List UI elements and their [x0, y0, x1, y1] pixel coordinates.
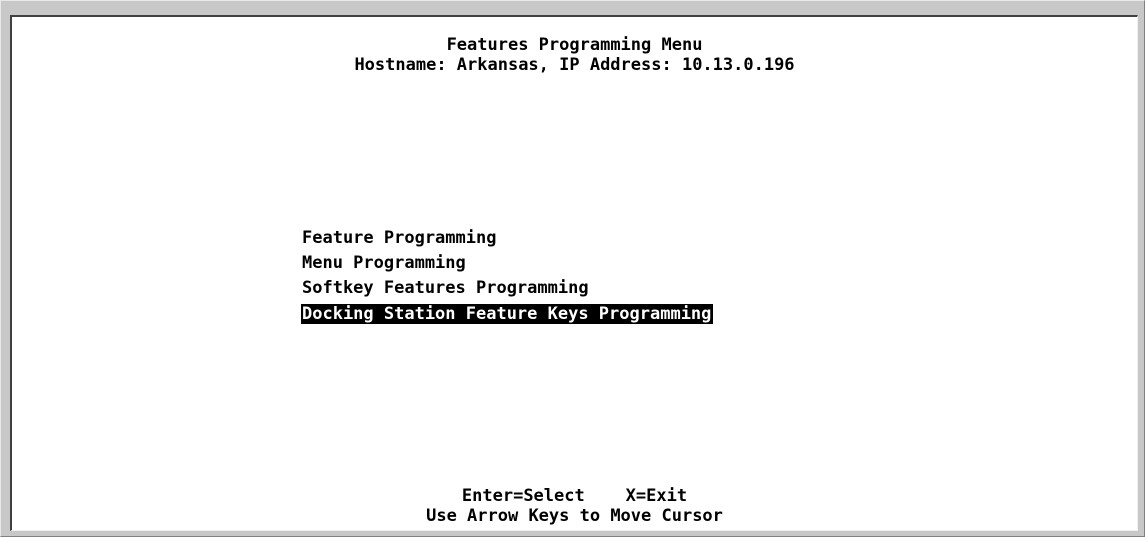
menu-item-softkey-features-programming[interactable]: Softkey Features Programming	[301, 278, 591, 298]
footer-hint: Use Arrow Keys to Move Cursor	[426, 506, 723, 526]
menu-item-feature-programming[interactable]: Feature Programming	[301, 228, 498, 248]
menu-item-menu-programming[interactable]: Menu Programming	[301, 253, 468, 273]
page-title: Features Programming Menu	[446, 35, 703, 55]
terminal-window: Features Programming Menu Hostname: Arka…	[0, 0, 1145, 537]
terminal-screen: Features Programming Menu Hostname: Arka…	[10, 15, 1138, 531]
footer-keys: Enter=Select X=Exit	[461, 486, 688, 506]
host-info: Hostname: Arkansas, IP Address: 10.13.0.…	[354, 55, 795, 75]
menu-item-docking-station-feature-keys-programming[interactable]: Docking Station Feature Keys Programming	[301, 304, 714, 324]
